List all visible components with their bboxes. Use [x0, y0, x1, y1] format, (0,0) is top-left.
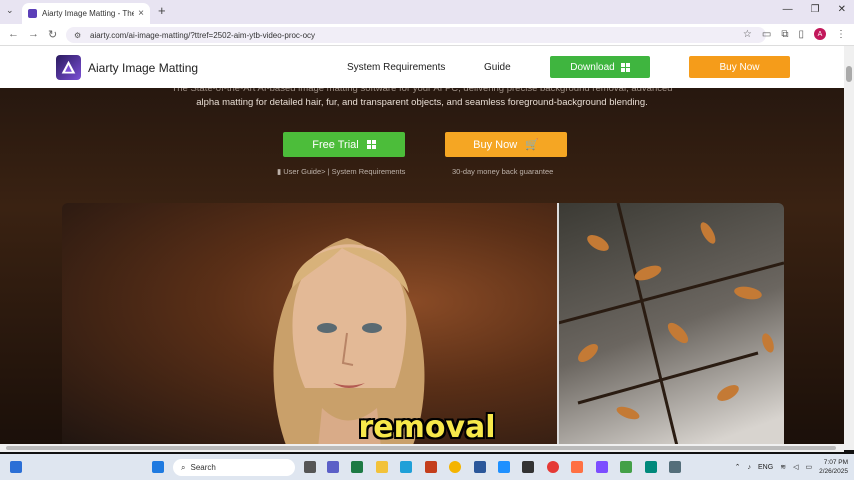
- windows-icon: [620, 62, 630, 72]
- language-indicator[interactable]: ENG: [758, 464, 773, 471]
- free-trial-label: Free Trial: [312, 138, 359, 151]
- profile-avatar[interactable]: A: [814, 28, 826, 40]
- widgets-icon[interactable]: [10, 461, 22, 473]
- cart-icon: 🛒: [525, 139, 539, 151]
- horizontal-scroll-thumb[interactable]: [6, 446, 836, 450]
- url-text: aiarty.com/ai-image-matting/?ttref=2502-…: [90, 30, 316, 40]
- app-icon-teal[interactable]: [645, 461, 657, 473]
- sidebar-icon[interactable]: ▯: [798, 29, 804, 40]
- web-page: The State-of-the-Art AI-based image matt…: [0, 46, 854, 450]
- vertical-scrollbar[interactable]: [844, 46, 854, 450]
- nav-guide[interactable]: Guide: [484, 62, 511, 73]
- guide-links[interactable]: ▮ User Guide> | System Requirements: [277, 167, 405, 176]
- hero-buy-now-label: Buy Now: [473, 138, 518, 151]
- search-icon: ⌕: [181, 462, 186, 472]
- windows-taskbar: ⌕ Search ⌃ ♪ ENG ≋ ◁ ▭ 7:07 PM 2/26/2025: [0, 454, 854, 480]
- search-placeholder: Search: [190, 463, 216, 472]
- close-window-icon[interactable]: ✕: [838, 4, 846, 15]
- vertical-scroll-thumb[interactable]: [846, 66, 852, 82]
- site-header: Aiarty Image Matting System Requirements…: [0, 46, 844, 88]
- app-icon-gray[interactable]: [669, 461, 681, 473]
- hero-desc-line2: alpha matting for detailed hair, fur, an…: [196, 97, 648, 108]
- browser-toolbar: ← → ↻ ⚙ aiarty.com/ai-image-matting/?ttr…: [0, 24, 854, 46]
- app-icon-purple[interactable]: [596, 461, 608, 473]
- browser-actions: ☆ ▭ ⧉ ▯ A ⋮: [743, 28, 846, 40]
- browser-tab-active[interactable]: Aiarty Image Matting - The Sta ×: [22, 3, 150, 24]
- file-explorer-icon[interactable]: [376, 461, 388, 473]
- back-icon[interactable]: ←: [8, 28, 19, 40]
- money-back-guarantee: 30-day money back guarantee: [452, 167, 554, 176]
- task-view-icon[interactable]: [304, 461, 316, 473]
- windows-icon: [366, 140, 376, 149]
- chrome-icon[interactable]: [449, 461, 461, 473]
- menu-icon[interactable]: ⋮: [836, 29, 846, 40]
- start-icon[interactable]: [152, 461, 164, 473]
- minimize-icon[interactable]: —: [783, 4, 793, 15]
- wifi-icon[interactable]: ≋: [780, 463, 786, 471]
- nav-system-requirements[interactable]: System Requirements: [347, 62, 445, 73]
- new-tab-button[interactable]: +: [158, 3, 166, 18]
- site-info-icon[interactable]: ⚙: [74, 31, 84, 40]
- tab-list-chevron-icon[interactable]: ⌄: [6, 5, 14, 16]
- guide-links-text: User Guide> | System Requirements: [283, 167, 406, 176]
- window-controls: — ❐ ✕: [783, 4, 846, 15]
- download-button[interactable]: Download: [550, 56, 650, 78]
- forward-icon[interactable]: →: [28, 28, 39, 40]
- cast-icon[interactable]: ▭: [762, 29, 771, 40]
- app-icon-green[interactable]: [620, 461, 632, 473]
- powerpoint-icon[interactable]: [425, 461, 437, 473]
- word-icon[interactable]: [474, 461, 486, 473]
- hero-buy-now-button[interactable]: Buy Now 🛒: [445, 132, 567, 157]
- microphone-icon[interactable]: ♪: [748, 464, 752, 471]
- aiarty-favicon-icon: [28, 9, 37, 18]
- header-buy-now-button[interactable]: Buy Now: [689, 56, 790, 78]
- video-caption: removal: [358, 410, 496, 445]
- free-trial-button[interactable]: Free Trial: [283, 132, 405, 157]
- battery-icon[interactable]: ▭: [805, 463, 812, 471]
- app-icon-orange[interactable]: [571, 461, 583, 473]
- opera-icon[interactable]: [547, 461, 559, 473]
- edge-icon[interactable]: [400, 461, 412, 473]
- site-brand-name[interactable]: Aiarty Image Matting: [88, 61, 198, 75]
- system-tray: ⌃ ♪ ENG ≋ ◁ ▭ 7:07 PM 2/26/2025: [735, 458, 848, 476]
- volume-icon[interactable]: ◁: [793, 463, 798, 471]
- taskbar-search[interactable]: ⌕ Search: [173, 459, 295, 476]
- taskbar-clock[interactable]: 7:07 PM 2/26/2025: [819, 458, 848, 476]
- clock-time: 7:07 PM: [823, 459, 848, 466]
- reload-icon[interactable]: ↻: [48, 28, 57, 41]
- teams-icon[interactable]: [327, 461, 339, 473]
- capcut-icon[interactable]: [522, 461, 534, 473]
- aiarty-logo-icon[interactable]: [56, 55, 81, 80]
- horizontal-scrollbar[interactable]: [0, 444, 844, 452]
- clock-date: 2/26/2025: [819, 468, 848, 475]
- show-hidden-icons-chevron-icon[interactable]: ⌃: [735, 463, 741, 471]
- close-tab-icon[interactable]: ×: [138, 8, 144, 19]
- app-icon-blue[interactable]: [498, 461, 510, 473]
- address-bar[interactable]: ⚙ aiarty.com/ai-image-matting/?ttref=250…: [66, 27, 766, 43]
- excel-icon[interactable]: [351, 461, 363, 473]
- browser-tab-bar: ⌄ Aiarty Image Matting - The Sta × + — ❐…: [0, 0, 854, 24]
- extensions-icon[interactable]: ⧉: [781, 29, 788, 40]
- bookmark-star-icon[interactable]: ☆: [743, 29, 752, 40]
- restore-icon[interactable]: ❐: [811, 4, 820, 15]
- tab-title: Aiarty Image Matting - The Sta: [42, 9, 135, 18]
- download-label: Download: [570, 61, 615, 73]
